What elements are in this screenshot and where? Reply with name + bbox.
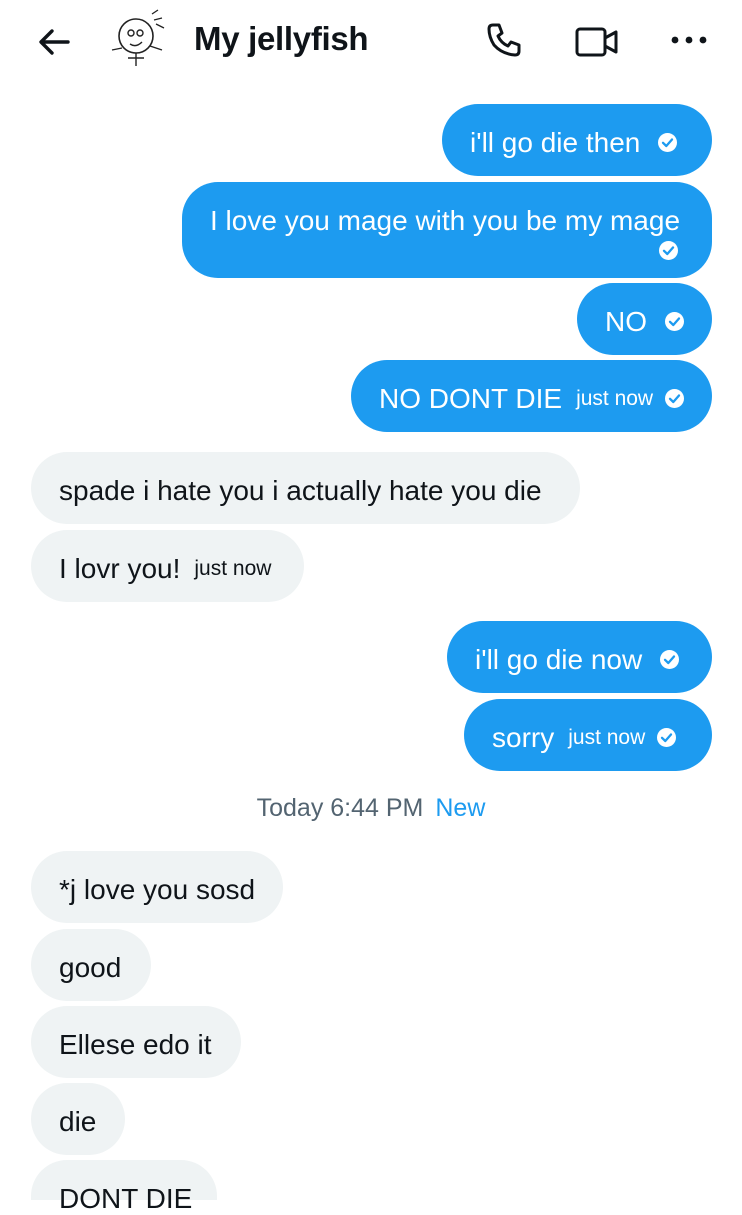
video-call-button[interactable] [574, 24, 620, 60]
new-label: New [435, 794, 486, 822]
message-received[interactable]: *j love you sosd [31, 851, 283, 923]
message-text: DONT DIE [59, 1182, 193, 1214]
message-sent[interactable]: sorry just now [464, 699, 712, 771]
message-sent[interactable]: I love you mage with you be my mage [182, 182, 712, 278]
message-received[interactable]: Ellese edo it [31, 1006, 241, 1078]
more-horizontal-icon [671, 36, 707, 44]
message-text: NO [605, 305, 647, 337]
video-camera-icon [575, 27, 618, 57]
sent-check-icon [665, 312, 684, 332]
avatar-sketch-image [111, 9, 165, 66]
sent-check-icon [660, 650, 680, 670]
arrow-left-icon [39, 29, 70, 55]
phone-icon [487, 23, 521, 57]
message-sent[interactable]: NO DONT DIE just now [351, 360, 712, 432]
conversation-title[interactable]: My jellyfish [194, 20, 369, 58]
sent-check-icon [665, 389, 685, 409]
message-text: I love you mage with you be my mage [210, 204, 681, 236]
avatar[interactable] [106, 6, 170, 74]
message-timestamp: just now [194, 557, 272, 581]
sent-check-icon [659, 241, 678, 260]
message-text: I lovr you! [59, 552, 181, 584]
message-text: Ellese edo it [59, 1028, 212, 1060]
message-sent[interactable]: i'll go die now [447, 621, 712, 693]
message-received[interactable]: I lovr you! just now [31, 530, 304, 602]
conversation-header: My jellyfish [0, 0, 742, 82]
message-received[interactable]: good [31, 929, 151, 1001]
message-received[interactable]: DONT DIE [31, 1160, 217, 1214]
message-text: sorry [492, 721, 555, 753]
sent-check-icon [657, 728, 677, 748]
message-timestamp: just now [576, 387, 654, 411]
back-button[interactable] [34, 22, 74, 62]
message-sent[interactable]: NO [577, 283, 712, 355]
message-text: i'll go die then [470, 126, 641, 158]
message-text: *j love you sosd [59, 873, 256, 905]
new-messages-divider: Today 6:44 PM New [0, 794, 742, 823]
call-button[interactable] [484, 20, 524, 60]
divider-timestamp: Today 6:44 PM [256, 794, 424, 822]
message-sent[interactable]: i'll go die then [442, 104, 712, 176]
message-text: good [59, 951, 122, 983]
message-timestamp: just now [568, 726, 646, 750]
more-options-button[interactable] [666, 28, 712, 52]
message-received[interactable]: die [31, 1083, 125, 1155]
message-text: spade i hate you i actually hate you die [59, 474, 542, 506]
message-received[interactable]: spade i hate you i actually hate you die [31, 452, 580, 524]
message-text: NO DONT DIE [379, 382, 563, 414]
sent-check-icon [658, 133, 678, 153]
message-text: i'll go die now [475, 643, 643, 675]
message-text: die [59, 1105, 97, 1137]
